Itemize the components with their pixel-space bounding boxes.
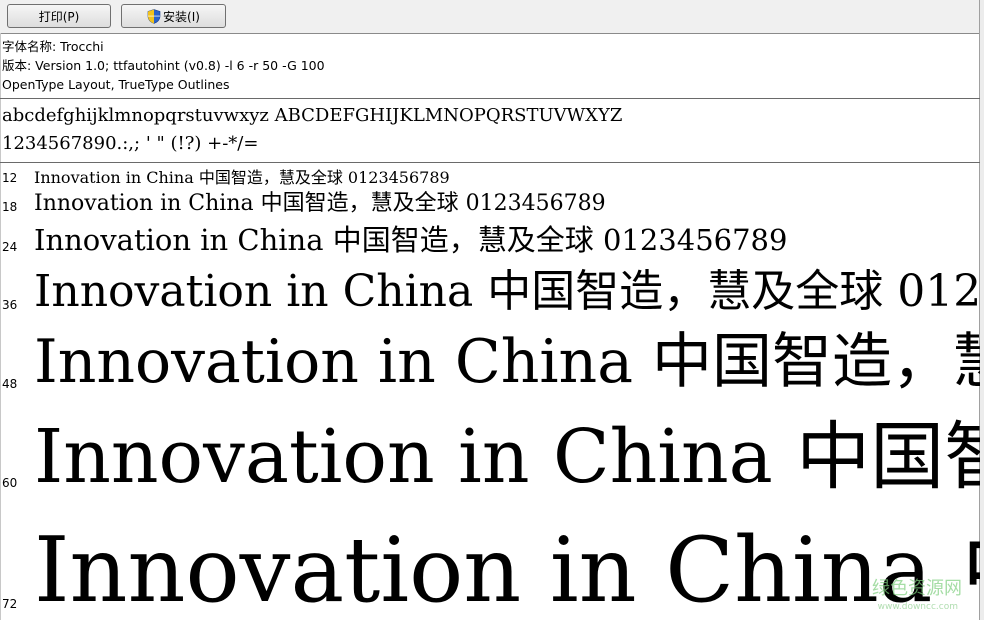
charset-letters: abcdefghijklmnopqrstuvwxyz ABCDEFGHIJKLM… <box>2 105 623 126</box>
sample-row-24: 24 Innovation in China 中国智造，慧及全球 0123456… <box>0 222 980 264</box>
sample-row-60: 60 Innovation in China 中国智造，慧及全球 0123456… <box>0 408 980 504</box>
sample-row-48: 48 Innovation in China 中国智造，慧及全球 0123456… <box>0 324 980 400</box>
sample-text: Innovation in China 中国智造，慧及全球 0123456789 <box>34 223 788 257</box>
sample-text: Innovation in China 中国智造，慧及全球 0123456789 <box>34 518 980 620</box>
divider <box>0 162 980 163</box>
charset-digits: 1234567890.:,; ' " (!?) +-*/= <box>2 133 259 154</box>
sample-row-12: 12 Innovation in China 中国智造，慧及全球 0123456… <box>0 168 980 192</box>
sample-row-18: 18 Innovation in China 中国智造，慧及全球 0123456… <box>0 190 980 224</box>
divider <box>0 98 980 99</box>
sample-text: Innovation in China 中国智造，慧及全球 0123456789 <box>34 266 980 317</box>
install-button-label: 安装(I) <box>163 9 200 24</box>
sample-text: Innovation in China 中国智造，慧及全球 0123456789 <box>34 414 980 500</box>
size-label: 24 <box>2 240 18 254</box>
size-label: 48 <box>2 377 18 391</box>
watermark-logo: 绿色资源网 <box>872 578 962 599</box>
sample-row-36: 36 Innovation in China 中国智造，慧及全球 0123456… <box>0 264 980 322</box>
size-label: 60 <box>2 476 18 490</box>
sample-row-72: 72 Innovation in China 中国智造，慧及全球 0123456… <box>0 512 980 620</box>
sample-text: Innovation in China 中国智造，慧及全球 0123456789 <box>34 168 450 187</box>
font-type-line: OpenType Layout, TrueType Outlines <box>2 77 230 92</box>
size-label: 36 <box>2 298 18 312</box>
size-label: 12 <box>2 171 18 185</box>
font-name-line: 字体名称: Trocchi <box>2 39 104 54</box>
shield-icon <box>147 8 161 24</box>
size-label: 72 <box>2 597 18 611</box>
toolbar: 打印(P) 安装(I) <box>0 0 980 34</box>
print-button[interactable]: 打印(P) <box>7 4 111 28</box>
sample-text: Innovation in China 中国智造，慧及全球 0123456789 <box>34 191 606 216</box>
size-label: 18 <box>2 200 18 214</box>
watermark-url: www.downcc.com <box>877 602 958 612</box>
sample-text: Innovation in China 中国智造，慧及全球 0123456789 <box>34 327 980 397</box>
font-version-line: 版本: Version 1.0; ttfautohint (v0.8) -l 6… <box>2 58 325 73</box>
print-button-label: 打印(P) <box>38 9 80 24</box>
install-button[interactable]: 安装(I) <box>121 4 226 28</box>
